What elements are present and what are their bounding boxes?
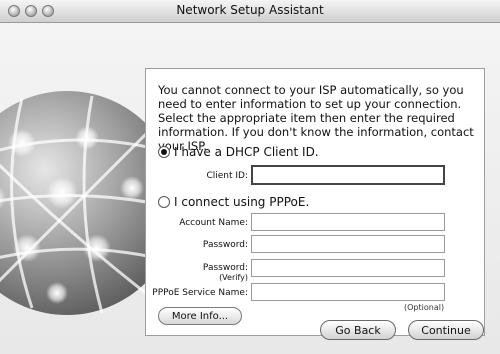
title-bar: Network Setup Assistant	[0, 0, 500, 23]
password-verify-field[interactable]	[251, 259, 445, 277]
settings-panel: You cannot connect to your ISP automatic…	[145, 68, 485, 336]
optional-note: (Optional)	[404, 303, 445, 312]
password-verify-label: Password:	[202, 263, 248, 273]
dhcp-radio[interactable]	[158, 146, 170, 158]
window-title: Network Setup Assistant	[176, 3, 324, 17]
service-name-label: PPPoE Service Name:	[152, 288, 248, 298]
dhcp-label: I have a DHCP Client ID.	[174, 145, 319, 159]
account-name-field[interactable]	[251, 213, 445, 231]
service-name-field[interactable]	[251, 283, 445, 301]
password-verify-sublabel: (Verify)	[219, 273, 248, 282]
account-name-label: Account Name:	[179, 218, 248, 228]
assistant-window: Network Setup Assistant You cannot conne…	[0, 0, 500, 354]
instruction-text: You cannot connect to your ISP automatic…	[158, 83, 474, 153]
content-area: You cannot connect to your ISP automatic…	[0, 23, 500, 354]
go-back-button[interactable]: Go Back	[320, 320, 396, 340]
dhcp-option[interactable]: I have a DHCP Client ID.	[158, 145, 319, 159]
client-id-field[interactable]	[251, 165, 445, 185]
pppoe-option[interactable]: I connect using PPPoE.	[158, 195, 309, 209]
pppoe-radio[interactable]	[158, 196, 170, 208]
client-id-label: Client ID:	[206, 171, 248, 181]
password-label: Password:	[202, 240, 248, 250]
password-field[interactable]	[251, 235, 445, 253]
pppoe-label: I connect using PPPoE.	[174, 195, 310, 209]
continue-button[interactable]: Continue	[408, 320, 484, 340]
more-info-button[interactable]: More Info...	[158, 307, 242, 325]
